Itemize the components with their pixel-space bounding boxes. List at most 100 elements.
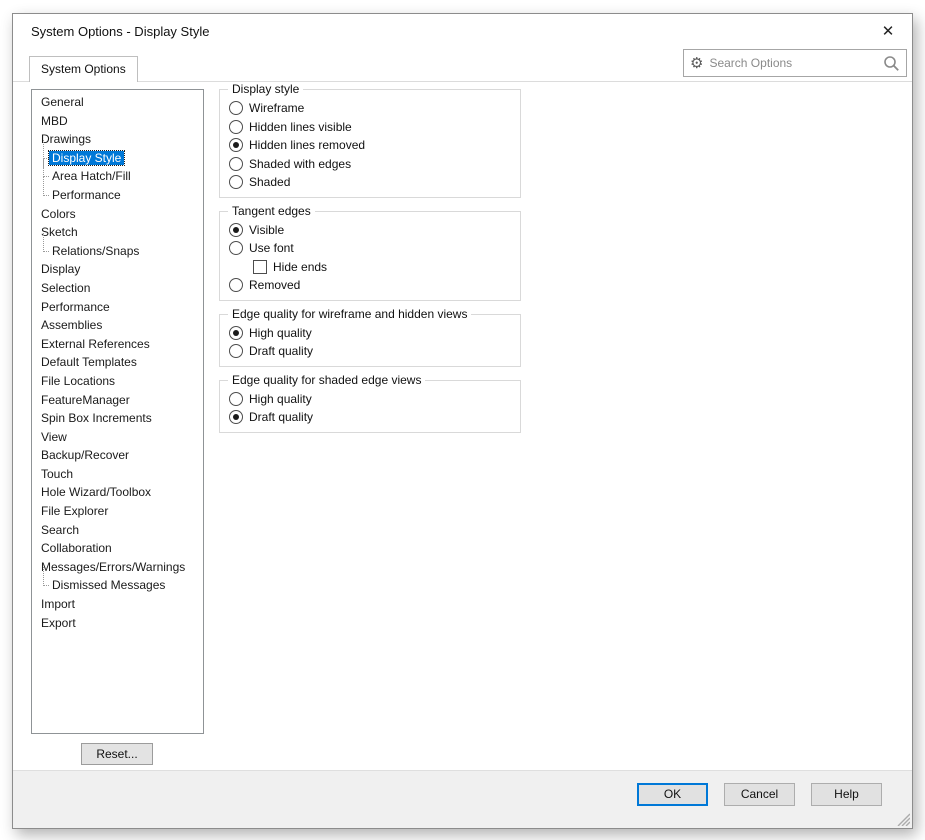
tree-item-dismissed-messages[interactable]: Dismissed Messages <box>32 576 203 595</box>
tree-item-import[interactable]: Import <box>32 595 203 614</box>
search-icon <box>883 55 900 72</box>
tree-item-label: Spin Box Increments <box>38 411 155 425</box>
radio-row-removed[interactable]: Removed <box>229 276 520 295</box>
tree-item-backup-recover[interactable]: Backup/Recover <box>32 446 203 465</box>
option-label: High quality <box>249 392 312 406</box>
tree-item-external-references[interactable]: External References <box>32 335 203 354</box>
radio-row-shaded-with-edges[interactable]: Shaded with edges <box>229 155 520 174</box>
cancel-button[interactable]: Cancel <box>724 783 795 806</box>
tree-item-label: External References <box>38 337 153 351</box>
radio-hidden-lines-removed[interactable] <box>229 138 243 152</box>
tree-item-label: FeatureManager <box>38 393 133 407</box>
tree-item-default-templates[interactable]: Default Templates <box>32 353 203 372</box>
radio-high-quality[interactable] <box>229 326 243 340</box>
tree-item-file-locations[interactable]: File Locations <box>32 372 203 391</box>
radio-hidden-lines-visible[interactable] <box>229 120 243 134</box>
radio-removed[interactable] <box>229 278 243 292</box>
radio-row-high-quality[interactable]: High quality <box>229 390 520 409</box>
tree-item-sketch[interactable]: Sketch <box>32 223 203 242</box>
tree-item-label: Dismissed Messages <box>49 578 168 592</box>
radio-row-hidden-lines-removed[interactable]: Hidden lines removed <box>229 136 520 155</box>
tree-item-label: Display Style <box>49 151 124 165</box>
tree-item-performance[interactable]: Performance <box>32 186 203 205</box>
close-icon[interactable]: ✕ <box>878 22 898 42</box>
tree-item-export[interactable]: Export <box>32 614 203 633</box>
tree-item-assemblies[interactable]: Assemblies <box>32 316 203 335</box>
tree-item-messages-errors-warnings[interactable]: Messages/Errors/Warnings <box>32 558 203 577</box>
tree-item-mbd[interactable]: MBD <box>32 112 203 131</box>
tree-item-view[interactable]: View <box>32 428 203 447</box>
tree-item-selection[interactable]: Selection <box>32 279 203 298</box>
radio-draft-quality[interactable] <box>229 410 243 424</box>
radio-high-quality[interactable] <box>229 392 243 406</box>
option-label: Draft quality <box>249 344 313 358</box>
group-edge-quality-for-shaded-edge-views: Edge quality for shaded edge viewsHigh q… <box>219 380 521 433</box>
radio-row-visible[interactable]: Visible <box>229 221 520 240</box>
tree-item-drawings[interactable]: Drawings <box>32 130 203 149</box>
search-input[interactable]: Search Options <box>709 56 877 70</box>
option-label: Draft quality <box>249 410 313 424</box>
tree-item-label: Touch <box>38 467 76 481</box>
tree-item-display-style[interactable]: Display Style <box>32 149 203 168</box>
radio-row-wireframe[interactable]: Wireframe <box>229 99 520 118</box>
tree-item-label: Selection <box>38 281 93 295</box>
option-label: Hide ends <box>273 260 327 274</box>
radio-use-font[interactable] <box>229 241 243 255</box>
radio-visible[interactable] <box>229 223 243 237</box>
help-button[interactable]: Help <box>811 783 882 806</box>
checkbox-hide-ends[interactable] <box>253 260 267 274</box>
tree-item-label: Hole Wizard/Toolbox <box>38 485 154 499</box>
group-title: Edge quality for wireframe and hidden vi… <box>228 307 471 321</box>
tree-item-performance[interactable]: Performance <box>32 298 203 317</box>
checkbox-row-hide-ends[interactable]: Hide ends <box>253 258 520 277</box>
radio-row-high-quality[interactable]: High quality <box>229 324 520 343</box>
group-title: Edge quality for shaded edge views <box>228 373 425 387</box>
tree-item-label: Area Hatch/Fill <box>49 169 134 183</box>
option-label: Use font <box>249 241 294 255</box>
tab-system-options[interactable]: System Options <box>29 56 138 82</box>
radio-row-hidden-lines-visible[interactable]: Hidden lines visible <box>229 118 520 137</box>
radio-row-draft-quality[interactable]: Draft quality <box>229 342 520 361</box>
tree-item-colors[interactable]: Colors <box>32 205 203 224</box>
tree-item-touch[interactable]: Touch <box>32 465 203 484</box>
tree-item-area-hatch-fill[interactable]: Area Hatch/Fill <box>32 167 203 186</box>
tree-item-featuremanager[interactable]: FeatureManager <box>32 391 203 410</box>
option-label: High quality <box>249 326 312 340</box>
tree-item-display[interactable]: Display <box>32 260 203 279</box>
tree-item-general[interactable]: General <box>32 93 203 112</box>
tree-item-collaboration[interactable]: Collaboration <box>32 539 203 558</box>
tree-item-label: Import <box>38 597 78 611</box>
group-edge-quality-for-wireframe-and-hidden-views: Edge quality for wireframe and hidden vi… <box>219 314 521 367</box>
tree-item-label: View <box>38 430 70 444</box>
tree-item-relations-snaps[interactable]: Relations/Snaps <box>32 242 203 261</box>
tree-item-search[interactable]: Search <box>32 521 203 540</box>
dialog-title: System Options - Display Style <box>31 24 209 39</box>
tree-item-file-explorer[interactable]: File Explorer <box>32 502 203 521</box>
search-options-box[interactable]: ⚙ Search Options <box>683 49 907 77</box>
reset-button[interactable]: Reset... <box>81 743 153 765</box>
tree-item-label: Performance <box>38 300 113 314</box>
option-label: Hidden lines visible <box>249 120 352 134</box>
radio-draft-quality[interactable] <box>229 344 243 358</box>
tree-item-label: MBD <box>38 114 71 128</box>
tree-item-label: Relations/Snaps <box>49 244 142 258</box>
group-display-style: Display styleWireframeHidden lines visib… <box>219 89 521 198</box>
tree-item-spin-box-increments[interactable]: Spin Box Increments <box>32 409 203 428</box>
resize-grip-icon[interactable] <box>896 812 910 826</box>
title-bar: System Options - Display Style ✕ <box>13 14 912 50</box>
radio-row-draft-quality[interactable]: Draft quality <box>229 408 520 427</box>
tree-item-hole-wizard-toolbox[interactable]: Hole Wizard/Toolbox <box>32 483 203 502</box>
tree-item-label: Backup/Recover <box>38 448 132 462</box>
radio-shaded-with-edges[interactable] <box>229 157 243 171</box>
radio-row-use-font[interactable]: Use font <box>229 239 520 258</box>
radio-row-shaded[interactable]: Shaded <box>229 173 520 192</box>
radio-shaded[interactable] <box>229 175 243 189</box>
ok-button[interactable]: OK <box>637 783 708 806</box>
tree-item-label: Performance <box>49 188 124 202</box>
tree-item-label: Colors <box>38 207 79 221</box>
tree-item-label: Export <box>38 616 79 630</box>
option-label: Wireframe <box>249 101 304 115</box>
option-label: Removed <box>249 278 300 292</box>
radio-wireframe[interactable] <box>229 101 243 115</box>
tree-item-label: Search <box>38 523 82 537</box>
